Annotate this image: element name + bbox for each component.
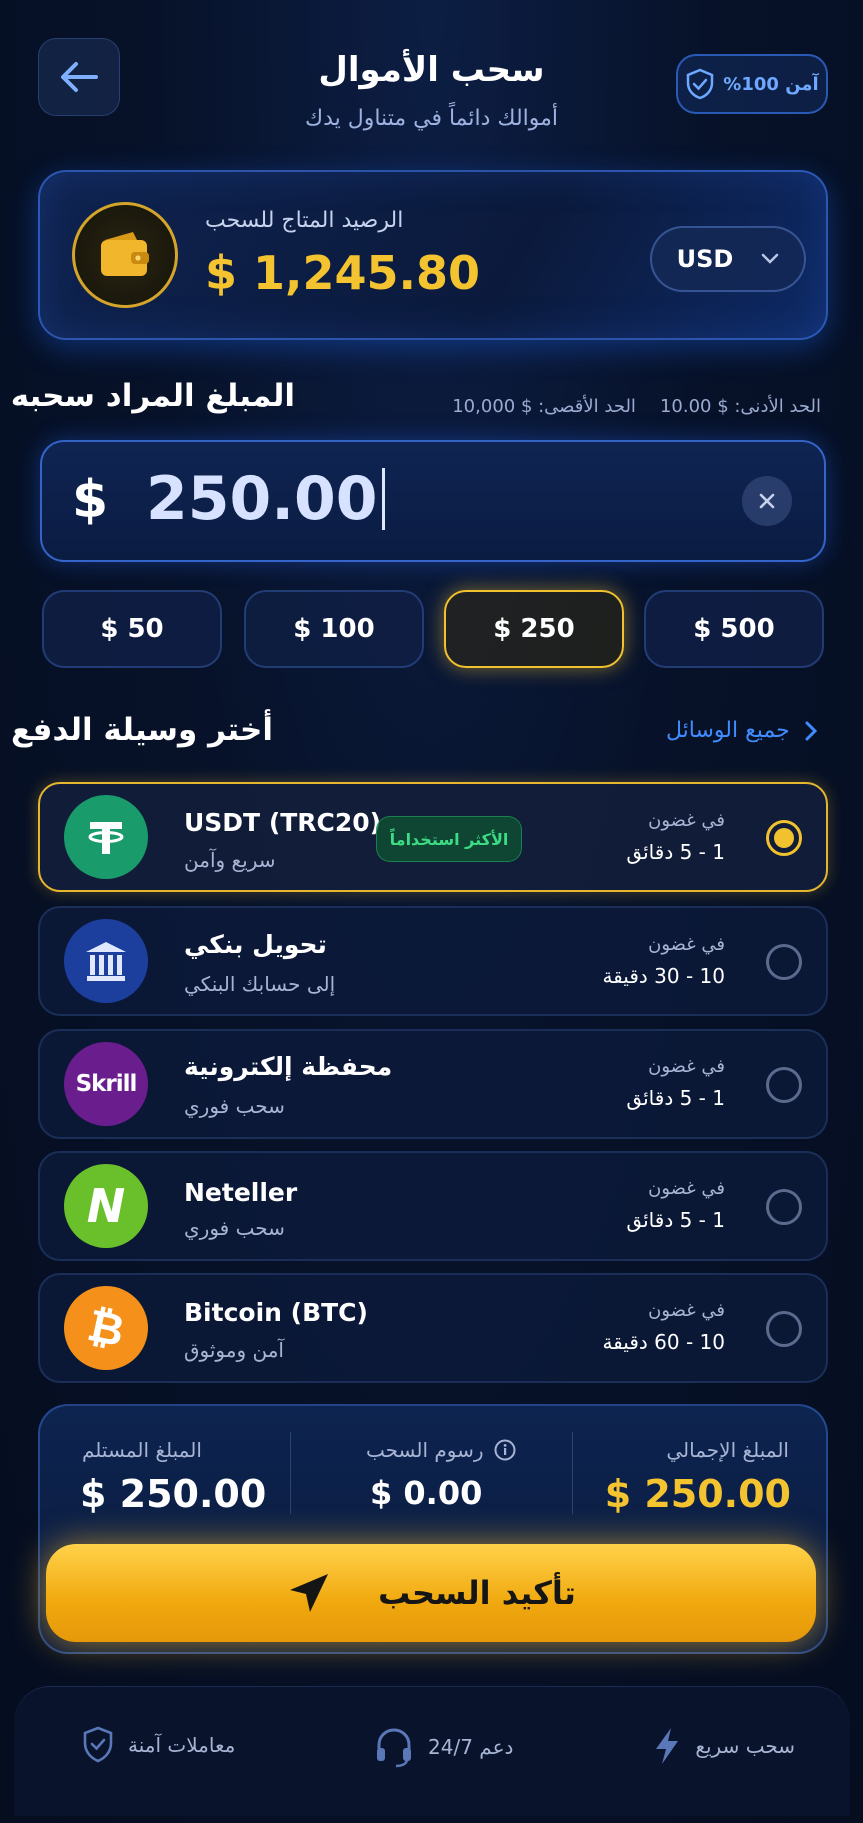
method-radio[interactable] bbox=[766, 944, 802, 980]
arrow-left-icon bbox=[61, 62, 98, 92]
footer-secure: معاملات آمنة bbox=[82, 1726, 235, 1764]
method-radio[interactable] bbox=[766, 1311, 802, 1347]
method-name: USDT (TRC20) bbox=[184, 808, 382, 837]
wallet-icon bbox=[72, 202, 178, 308]
method-within: في غضون bbox=[648, 934, 725, 955]
send-icon bbox=[290, 1574, 329, 1612]
footer-support: دعم 24/7 bbox=[374, 1726, 513, 1768]
shield-check-icon bbox=[83, 1726, 113, 1763]
confirm-label: تأكيد السحب bbox=[378, 1574, 576, 1612]
method-sub: سحب فوري bbox=[184, 1216, 285, 1240]
amount-heading: المبلغ المراد سحبه bbox=[10, 378, 295, 414]
page-title: سحب الأموال bbox=[318, 50, 545, 90]
footer-support-label: دعم 24/7 bbox=[428, 1735, 514, 1759]
method-name: Bitcoin (BTC) bbox=[184, 1298, 368, 1327]
method-within: في غضون bbox=[648, 1056, 725, 1077]
amount-limits: الحد الأدنى: $ 10.00 الحد الأقصى: $ 10,0… bbox=[452, 396, 821, 417]
method-neteller[interactable] bbox=[38, 1151, 828, 1261]
bitcoin-icon: ₿ bbox=[64, 1286, 148, 1370]
all-methods-label: جميع الوسائل bbox=[666, 718, 790, 743]
method-name: Neteller bbox=[184, 1178, 298, 1207]
footer-fast-withdraw: سحب سريع bbox=[653, 1726, 795, 1766]
popular-badge: الأكثر استخداماً bbox=[376, 816, 522, 862]
method-bitcoin[interactable] bbox=[38, 1273, 828, 1383]
quick-amount-250[interactable]: $ 250 bbox=[444, 590, 624, 668]
chevron-right-icon bbox=[805, 721, 817, 740]
method-within: في غضون bbox=[648, 810, 725, 831]
max-limit: الحد الأقصى: $ 10,000 bbox=[452, 396, 636, 417]
currency-value: USD bbox=[676, 245, 734, 273]
neteller-icon: N bbox=[64, 1164, 148, 1248]
method-sub: سحب فوري bbox=[184, 1094, 285, 1118]
method-time: 10 - 30 دقيقة bbox=[602, 964, 725, 988]
chevron-down-icon bbox=[762, 253, 779, 264]
method-bank[interactable] bbox=[38, 906, 828, 1016]
balance-label: الرصيد المتاج للسحب bbox=[205, 208, 404, 233]
info-icon[interactable] bbox=[494, 1439, 516, 1461]
footer-secure-label: معاملات آمنة bbox=[128, 1733, 236, 1757]
method-time: 1 - 5 دقائق bbox=[626, 840, 725, 864]
total-label: المبلغ الإجمالي bbox=[666, 1438, 789, 1462]
summary-divider bbox=[290, 1432, 291, 1514]
skrill-icon: Skrill bbox=[64, 1042, 148, 1126]
method-time: 1 - 5 دقائق bbox=[626, 1086, 725, 1110]
quick-amount-50[interactable]: $ 50 bbox=[42, 590, 222, 668]
fee-value: $ 0.00 bbox=[370, 1474, 483, 1512]
headset-icon bbox=[377, 1728, 411, 1768]
clear-button[interactable] bbox=[742, 476, 792, 526]
method-ewallet[interactable] bbox=[38, 1029, 828, 1139]
back-button[interactable] bbox=[38, 38, 120, 116]
text-caret bbox=[381, 468, 385, 530]
method-radio[interactable] bbox=[766, 1189, 802, 1225]
all-methods-link[interactable]: جميع الوسائل bbox=[666, 718, 818, 743]
min-limit: الحد الأدنى: $ 10.00 bbox=[659, 396, 821, 417]
method-sub: آمن وموثوق bbox=[184, 1338, 284, 1362]
received-label: المبلغ المستلم bbox=[82, 1438, 202, 1462]
confirm-withdraw-button[interactable]: تأكيد السحب bbox=[46, 1544, 816, 1642]
amount-input-value[interactable]: 250.00 bbox=[146, 464, 385, 534]
secure-badge-label: آمن 100% bbox=[723, 73, 819, 95]
shield-check-icon bbox=[687, 68, 714, 100]
method-name: تحويل بنكي bbox=[184, 930, 327, 959]
footer-fast-label: سحب سريع bbox=[695, 1734, 795, 1758]
method-sub: سريع وآمن bbox=[184, 848, 276, 872]
fee-label-group: رسوم السحب bbox=[366, 1438, 516, 1462]
method-radio[interactable] bbox=[766, 1067, 802, 1103]
method-sub: إلى حسابك البنكي bbox=[184, 972, 336, 996]
method-within: في غضون bbox=[648, 1300, 725, 1321]
received-value: $ 250.00 bbox=[80, 1472, 267, 1516]
method-time: 1 - 5 دقائق bbox=[626, 1208, 725, 1232]
summary-divider bbox=[572, 1432, 573, 1514]
total-value: $ 250.00 bbox=[604, 1472, 791, 1516]
balance-amount: $ 1,245.80 bbox=[205, 246, 481, 300]
close-icon bbox=[759, 493, 775, 509]
quick-amount-100[interactable]: $ 100 bbox=[244, 590, 424, 668]
secure-badge: آمن 100% bbox=[676, 54, 828, 114]
page-subtitle: أموالك دائماً في متناول يدك bbox=[304, 106, 559, 131]
method-within: في غضون bbox=[648, 1178, 725, 1199]
lightning-icon bbox=[656, 1728, 679, 1764]
currency-select[interactable]: USD bbox=[650, 226, 806, 292]
fee-label: رسوم السحب bbox=[366, 1438, 484, 1462]
quick-amount-500[interactable]: $ 500 bbox=[644, 590, 824, 668]
method-name: محفظة إلكترونية bbox=[184, 1052, 393, 1081]
amount-currency-symbol: $ bbox=[72, 470, 109, 530]
tether-icon bbox=[64, 795, 148, 879]
method-time: 10 - 60 دقيقة bbox=[602, 1330, 725, 1354]
method-radio-selected[interactable] bbox=[766, 820, 802, 856]
payment-heading: أختر وسيلة الدفع bbox=[10, 712, 273, 748]
bank-icon bbox=[64, 919, 148, 1003]
amount-value-text: 250.00 bbox=[146, 464, 378, 534]
